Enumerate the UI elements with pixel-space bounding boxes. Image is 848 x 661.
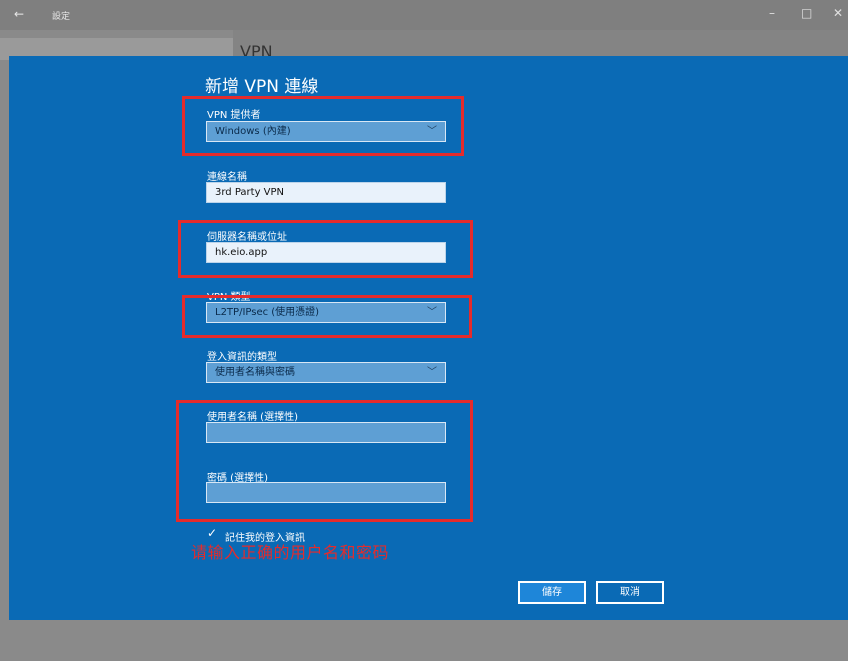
- window-bottom-area: [0, 620, 848, 661]
- connection-name-input[interactable]: 3rd Party VPN: [206, 182, 446, 203]
- signin-type-label: 登入資訊的類型: [207, 352, 277, 363]
- dialog-title: 新增 VPN 連線: [205, 77, 319, 97]
- highlight-box-provider: [182, 96, 464, 156]
- minimize-icon[interactable]: –: [769, 6, 775, 20]
- highlight-box-vpn-type: [182, 295, 472, 338]
- window-titlebar: ← 設定 – □ ✕: [0, 0, 848, 30]
- maximize-icon[interactable]: □: [801, 6, 812, 20]
- highlight-box-server: [178, 220, 473, 278]
- cancel-button[interactable]: 取消: [596, 581, 664, 604]
- highlight-box-credentials: [176, 400, 473, 522]
- connection-name-label: 連線名稱: [207, 172, 247, 183]
- close-icon[interactable]: ✕: [833, 6, 843, 20]
- back-arrow-icon[interactable]: ←: [14, 7, 24, 21]
- signin-type-select[interactable]: 使用者名稱與密碼 ﹀: [206, 362, 446, 383]
- annotation-text: 请输入正确的用户名和密码: [191, 543, 390, 562]
- signin-type-value: 使用者名稱與密碼: [215, 367, 295, 378]
- chevron-down-icon: ﹀: [427, 367, 437, 378]
- save-button[interactable]: 儲存: [518, 581, 586, 604]
- window-title: 設定: [52, 12, 71, 22]
- remember-checkbox[interactable]: ✓: [207, 527, 218, 539]
